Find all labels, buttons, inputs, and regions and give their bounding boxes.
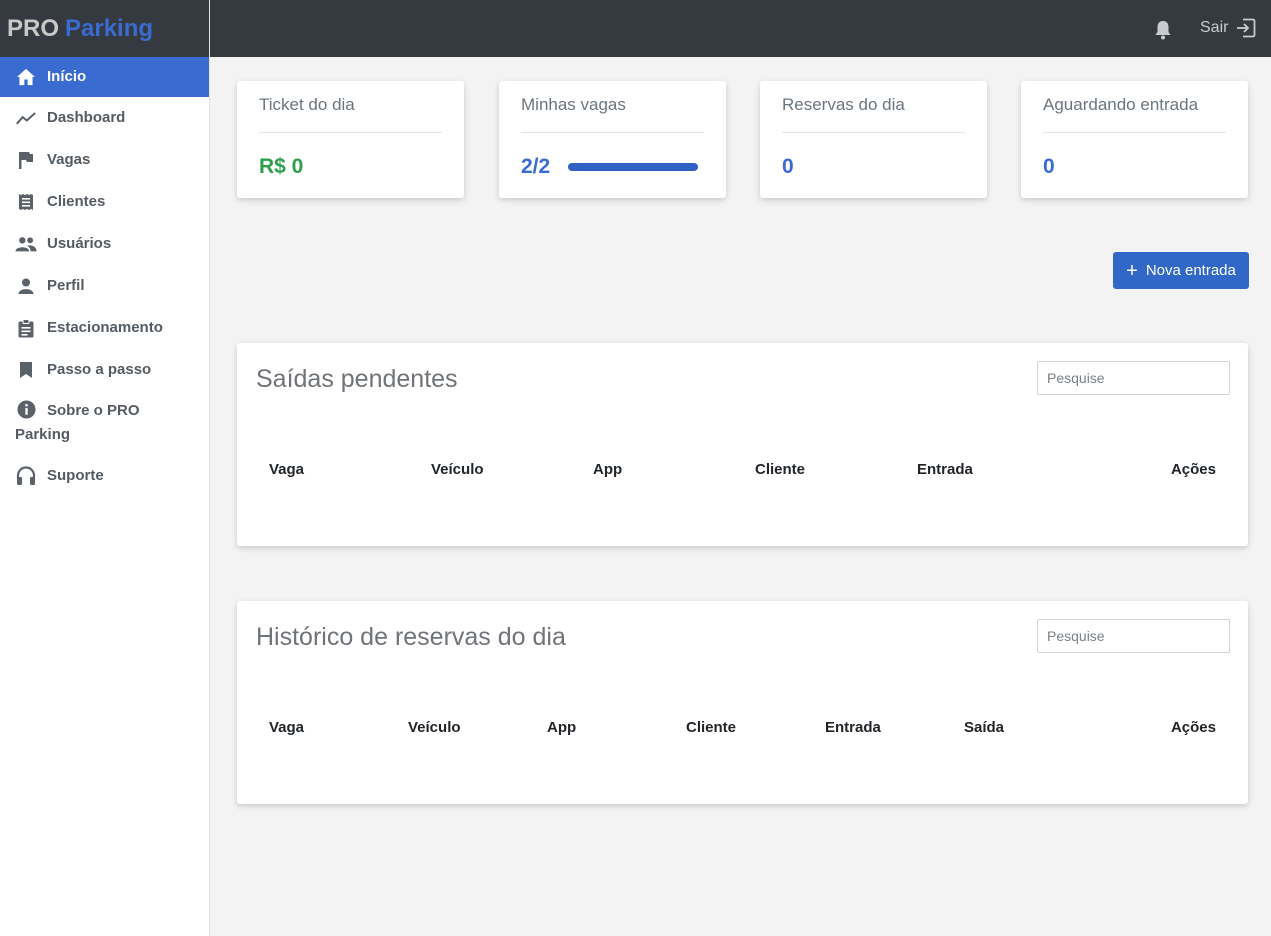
people-icon — [15, 234, 37, 254]
stat-title: Minhas vagas — [521, 95, 704, 133]
column-header: Saída — [964, 719, 1005, 736]
column-header: Vaga — [269, 461, 305, 478]
sidebar-item-estacionamento[interactable]: Estacionamento — [0, 307, 209, 349]
sidebar-item-label: Passo a passo — [47, 361, 152, 378]
brand-parking: Parking — [65, 14, 154, 42]
new-entry-label: Nova entrada — [1145, 262, 1236, 279]
sidebar: PRO Parking Início Dashboard Vagas Clien… — [0, 0, 210, 936]
sidebar-item-sobre[interactable]: Sobre o PRO Parking — [0, 391, 209, 455]
logout-label: Sair — [1200, 19, 1229, 36]
sidebar-item-suporte[interactable]: Suporte — [0, 455, 209, 497]
column-header: Entrada — [917, 461, 973, 478]
stat-card-reservas: Reservas do dia 0 — [760, 81, 987, 198]
sidebar-item-label: Perfil — [47, 277, 85, 294]
sidebar-item-passo-a-passo[interactable]: Passo a passo — [0, 349, 209, 391]
panel-title: Histórico de reservas do dia — [256, 623, 566, 651]
sidebar-item-dashboard[interactable]: Dashboard — [0, 97, 209, 139]
trend-icon — [15, 108, 37, 128]
stat-value: R$ 0 — [259, 155, 304, 178]
clipboard-icon — [15, 318, 37, 338]
column-header: Ações — [1170, 719, 1216, 736]
column-header: App — [547, 719, 577, 736]
sidebar-item-label: Usuários — [47, 235, 112, 252]
table-header: Vaga Veículo App Cliente Entrada Ações — [269, 461, 1216, 481]
logout-icon — [1237, 18, 1256, 38]
stat-value: 2/2 — [521, 155, 551, 178]
sidebar-item-label: Início — [47, 68, 87, 85]
stat-title: Reservas do dia — [782, 95, 965, 133]
search-input[interactable] — [1037, 361, 1230, 395]
stat-card-ticket: Ticket do dia R$ 0 — [237, 81, 464, 198]
stat-value: 0 — [1043, 155, 1055, 178]
search-input[interactable] — [1037, 619, 1230, 653]
sidebar-item-clientes[interactable]: Clientes — [0, 181, 209, 223]
stat-title: Ticket do dia — [259, 95, 442, 133]
sidebar-item-perfil[interactable]: Perfil — [0, 265, 209, 307]
column-header: Vaga — [269, 719, 305, 736]
sidebar-item-label: Vagas — [47, 151, 91, 168]
sidebar-item-label: Clientes — [47, 193, 106, 210]
sidebar-item-label: Suporte — [47, 467, 104, 484]
column-header: Entrada — [825, 719, 881, 736]
info-icon — [15, 400, 37, 420]
bell-icon[interactable] — [1154, 20, 1174, 40]
sidebar-item-label: Dashboard — [47, 109, 126, 126]
column-header: Veículo — [431, 461, 484, 478]
stat-card-aguardando: Aguardando entrada 0 — [1021, 81, 1248, 198]
stat-value-row: 2/2 — [521, 155, 704, 179]
stat-card-vagas: Minhas vagas 2/2 — [499, 81, 726, 198]
column-header: Cliente — [686, 719, 737, 736]
column-header: App — [593, 461, 623, 478]
sidebar-item-usuarios[interactable]: Usuários — [0, 223, 209, 265]
person-icon — [15, 276, 37, 296]
headset-icon — [15, 466, 37, 486]
column-header: Cliente — [755, 461, 806, 478]
topbar: Sair — [210, 0, 1271, 57]
bookmark-icon — [15, 360, 37, 380]
pending-exits-panel: Saídas pendentes Vaga Veículo App Client… — [237, 343, 1248, 546]
stat-value: 0 — [782, 155, 794, 178]
brand-logo[interactable]: PRO Parking — [0, 0, 209, 57]
brand-pro: PRO — [7, 14, 60, 42]
panel-title: Saídas pendentes — [256, 365, 458, 393]
progress-bar — [568, 163, 699, 171]
home-icon — [15, 67, 37, 87]
logout-button[interactable]: Sair — [1200, 18, 1256, 38]
sidebar-item-vagas[interactable]: Vagas — [0, 139, 209, 181]
plus-icon: + — [1126, 259, 1138, 282]
stat-title: Aguardando entrada — [1043, 95, 1226, 133]
column-header: Veículo — [408, 719, 461, 736]
table-header: Vaga Veículo App Cliente Entrada Saída A… — [269, 719, 1216, 739]
column-header: Ações — [1170, 461, 1216, 478]
sidebar-item-label: Estacionamento — [47, 319, 163, 336]
history-panel: Histórico de reservas do dia Vaga Veícul… — [237, 601, 1248, 804]
receipt-icon — [15, 192, 37, 212]
new-entry-button[interactable]: + Nova entrada — [1113, 252, 1249, 289]
flag-icon — [15, 150, 37, 170]
sidebar-item-inicio[interactable]: Início — [0, 57, 209, 97]
